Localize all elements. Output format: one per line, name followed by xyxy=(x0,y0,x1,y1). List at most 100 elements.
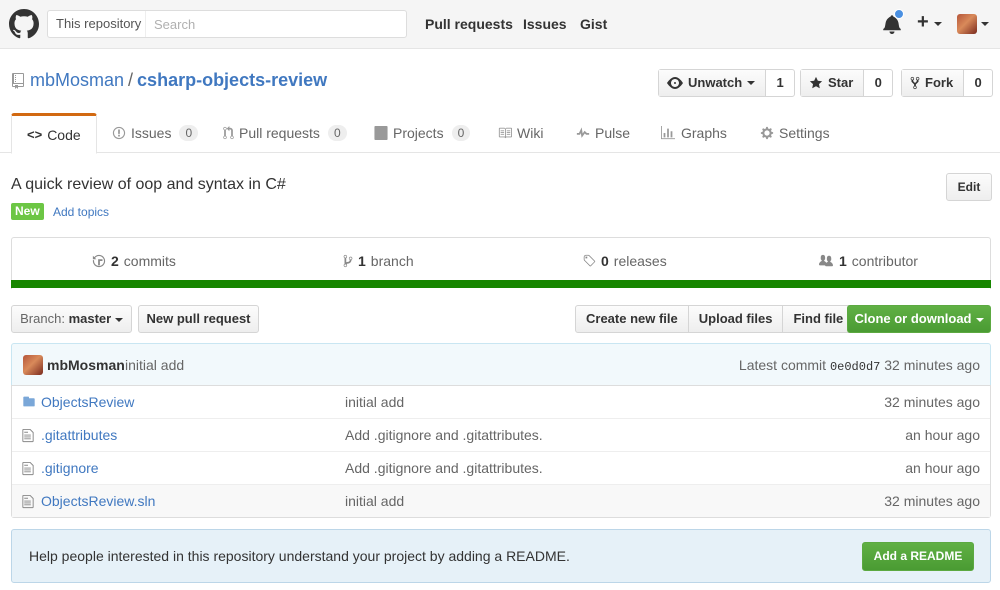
commits-summary[interactable]: 2 commits xyxy=(92,253,176,269)
commit-age: 32 minutes ago xyxy=(884,357,980,373)
new-badge: New xyxy=(11,203,44,220)
tab-label: Pulse xyxy=(595,125,631,141)
file-name-link[interactable]: .gitignore xyxy=(41,460,99,476)
pulse-icon xyxy=(576,127,590,138)
repo-description: A quick review of oop and syntax in C# xyxy=(11,176,286,193)
file-name-link[interactable]: ObjectsReview.sln xyxy=(41,493,155,509)
contributors-count: 1 xyxy=(839,253,847,269)
commits-count: 2 xyxy=(111,253,119,269)
star-button[interactable]: Star xyxy=(801,70,865,96)
people-icon xyxy=(819,254,833,267)
pull-request-icon xyxy=(223,126,234,140)
repo-title-separator: / xyxy=(128,70,134,90)
file-text-icon xyxy=(22,494,34,509)
tab-pulse[interactable]: Pulse xyxy=(576,113,630,153)
upload-files-button[interactable]: Upload files xyxy=(689,306,784,332)
fork-button[interactable]: Fork xyxy=(902,70,965,96)
file-name-link[interactable]: .gitattributes xyxy=(41,427,117,443)
tab-label: Projects xyxy=(393,125,444,141)
unwatch-label: Unwatch xyxy=(688,75,743,90)
github-logo-icon[interactable] xyxy=(9,9,39,39)
plus-icon[interactable]: + xyxy=(917,11,929,34)
tab-projects[interactable]: Projects 0 xyxy=(374,113,471,153)
tab-wiki[interactable]: Wiki xyxy=(498,113,543,153)
avatar[interactable] xyxy=(23,355,43,375)
add-readme-button[interactable]: Add a README xyxy=(862,542,974,571)
table-row: ObjectsReview.sln initial add 32 minutes… xyxy=(12,484,990,517)
commit-message[interactable]: initial add xyxy=(125,357,184,373)
branch-label: branch xyxy=(370,253,414,269)
file-text-icon xyxy=(22,461,34,476)
clone-label: Clone or download xyxy=(854,311,972,326)
watch-count[interactable]: 1 xyxy=(766,70,794,96)
star-label: Star xyxy=(828,75,854,90)
file-commit-message[interactable]: initial add xyxy=(345,394,404,410)
chevron-down-icon[interactable] xyxy=(981,22,989,26)
repo-name-link[interactable]: csharp-objects-review xyxy=(137,70,327,90)
tag-icon xyxy=(583,254,596,267)
branch-count: 1 xyxy=(358,253,366,269)
file-actions-group: Create new file Upload files Find file xyxy=(575,305,855,333)
folder-icon xyxy=(23,396,35,407)
releases-count: 0 xyxy=(601,253,609,269)
fork-count[interactable]: 0 xyxy=(964,70,992,96)
unwatch-button[interactable]: Unwatch xyxy=(659,70,767,96)
clone-or-download-button[interactable]: Clone or download xyxy=(847,305,991,333)
tab-label: Issues xyxy=(131,125,172,141)
file-commit-message[interactable]: Add .gitignore and .gitattributes. xyxy=(345,427,543,443)
nav-gist[interactable]: Gist xyxy=(580,16,607,32)
readme-prompt: Help people interested in this repositor… xyxy=(11,529,991,583)
latest-commit-info: Latest commit 0e0d0d7 32 minutes ago xyxy=(739,357,980,374)
commit-author[interactable]: mbMosman xyxy=(47,357,125,373)
branch-select-button[interactable]: Branch: master xyxy=(11,305,132,333)
repo-nav-tabs: <> Code Issues 0 Pull requests 0 Project… xyxy=(0,113,1000,154)
language-bar[interactable] xyxy=(11,280,991,288)
repo-owner-link[interactable]: mbMosman xyxy=(30,70,124,90)
new-pull-request-button[interactable]: New pull request xyxy=(138,305,259,333)
readme-prompt-text: Help people interested in this repositor… xyxy=(29,548,570,564)
tab-label: Pull requests xyxy=(239,125,320,141)
fork-label: Fork xyxy=(925,75,954,90)
book-icon xyxy=(498,127,512,139)
eye-icon xyxy=(667,77,683,89)
commits-label: commits xyxy=(123,253,176,269)
create-new-file-button[interactable]: Create new file xyxy=(576,306,689,332)
chevron-down-icon xyxy=(975,317,984,322)
user-avatar[interactable] xyxy=(957,14,977,34)
contributors-summary[interactable]: 1 contributor xyxy=(818,253,918,269)
tab-label: Wiki xyxy=(517,125,544,141)
nav-issues[interactable]: Issues xyxy=(523,16,567,32)
branch-name: master xyxy=(68,311,112,326)
fork-icon xyxy=(910,76,920,90)
releases-summary[interactable]: 0 releases xyxy=(582,253,667,269)
commit-sha[interactable]: 0e0d0d7 xyxy=(830,360,880,374)
add-topics-link[interactable]: Add topics xyxy=(53,205,109,219)
search-input[interactable] xyxy=(147,11,405,37)
file-age: 32 minutes ago xyxy=(884,493,980,509)
issues-counter: 0 xyxy=(179,125,199,141)
star-button-group: Star 0 xyxy=(800,69,894,97)
gear-icon xyxy=(760,126,774,140)
tab-pull-requests[interactable]: Pull requests 0 xyxy=(223,113,347,153)
file-name-link[interactable]: ObjectsReview xyxy=(41,394,134,410)
releases-label: releases xyxy=(613,253,667,269)
star-count[interactable]: 0 xyxy=(864,70,892,96)
tab-graphs[interactable]: Graphs xyxy=(660,113,727,153)
code-icon: <> xyxy=(27,126,43,142)
file-age: an hour ago xyxy=(905,460,980,476)
file-list: ObjectsReview initial add 32 minutes ago… xyxy=(11,385,991,518)
tab-label: Settings xyxy=(779,125,830,141)
tab-issues[interactable]: Issues 0 xyxy=(112,113,199,153)
fork-button-group: Fork 0 xyxy=(901,69,994,97)
nav-pull-requests[interactable]: Pull requests xyxy=(425,16,513,32)
find-file-button[interactable]: Find file xyxy=(783,306,853,332)
tab-code[interactable]: <> Code xyxy=(11,113,97,154)
chevron-down-icon[interactable] xyxy=(934,22,942,26)
tab-settings[interactable]: Settings xyxy=(760,113,830,153)
edit-button[interactable]: Edit xyxy=(946,173,992,201)
file-commit-message[interactable]: Add .gitignore and .gitattributes. xyxy=(345,460,543,476)
branch-summary[interactable]: 1 branch xyxy=(343,253,414,269)
chevron-down-icon xyxy=(747,81,756,85)
file-commit-message[interactable]: initial add xyxy=(345,493,404,509)
site-header: This repository Pull requests Issues Gis… xyxy=(0,0,1000,49)
